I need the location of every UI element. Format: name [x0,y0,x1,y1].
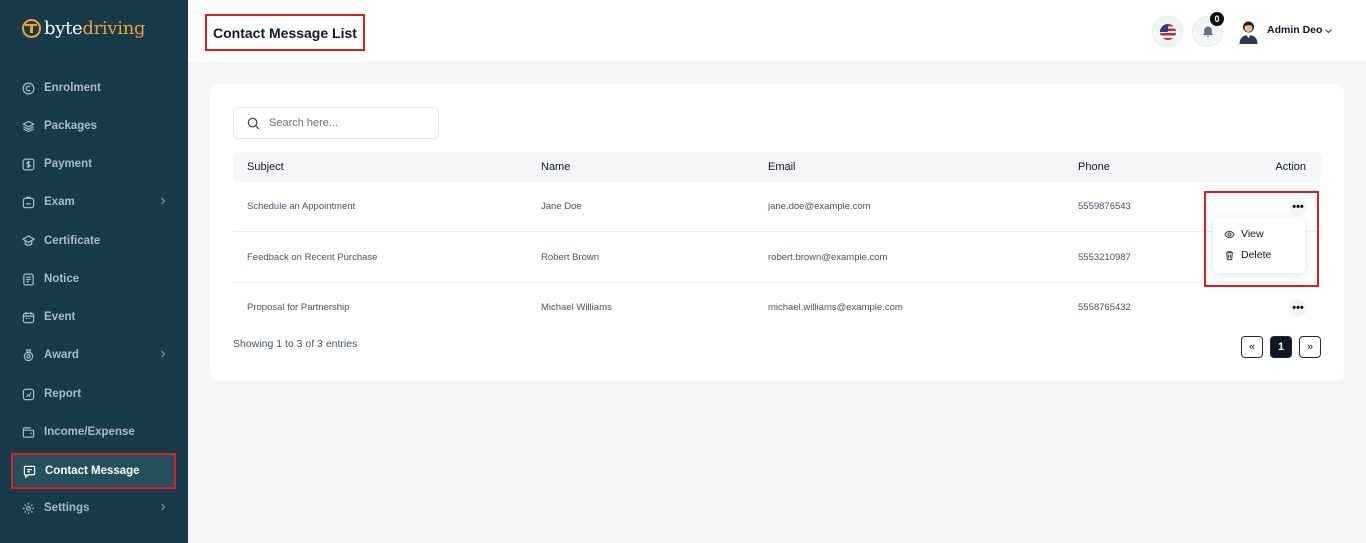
sidebar-item-label: Income/Expense [44,426,135,438]
certificate-icon [22,234,35,248]
search-input[interactable] [269,117,419,129]
pagination-prev[interactable]: « [1241,336,1263,358]
sidebar-item-label: Exam [44,196,75,208]
user-name[interactable]: Admin Deo [1267,24,1322,36]
trash-icon [1225,250,1234,260]
sidebar: bytedriving Enrolment Packages Payment E… [0,0,188,543]
delete-menu-item[interactable]: Delete [1224,247,1271,263]
wallet-icon [22,426,35,439]
sidebar-item-label: Notice [44,273,80,285]
cell-email: jane.doe@example.com [768,201,871,212]
sidebar-item-payment[interactable]: Payment [12,146,174,182]
cell-phone: 5558765432 [1078,302,1131,313]
sidebar-item-event[interactable]: Event [12,299,174,335]
sidebar-item-label: Settings [44,502,90,514]
sidebar-item-packages[interactable]: Packages [12,108,174,144]
report-icon [22,388,35,401]
delete-label: Delete [1241,249,1272,261]
column-header-email: Email [768,161,796,173]
cell-subject: Feedback on Recent Purchase [247,252,378,263]
view-menu-item[interactable]: View [1224,226,1264,242]
chevron-right-icon [161,350,166,358]
top-header: Contact Message List 0 Admin Deo [188,0,1366,62]
eye-icon [1224,230,1235,238]
chevron-right-icon [161,197,166,205]
contact-message-card: Subject Name Email Phone Action Schedule… [210,84,1344,381]
cell-phone: 5559876543 [1078,201,1131,212]
column-header-action: Action [1275,161,1306,173]
message-icon [23,465,36,478]
sidebar-item-label: Packages [44,120,98,132]
notification-button[interactable]: 0 [1192,12,1224,47]
search-box[interactable] [233,107,439,139]
brand-logo[interactable]: bytedriving [22,16,146,40]
more-actions-button[interactable]: ••• [1289,299,1307,317]
sidebar-item-certificate[interactable]: Certificate [12,223,174,259]
cell-email: michael.williams@example.com [768,302,903,313]
cell-email: robert.brown@example.com [768,252,888,263]
table-row: Proposal for Partnership Michael William… [233,283,1321,333]
pagination-next[interactable]: » [1299,336,1321,358]
sidebar-item-label: Certificate [44,235,101,247]
steering-wheel-icon [22,18,41,38]
table-row: Feedback on Recent Purchase Robert Brown… [233,233,1321,283]
cell-name: Robert Brown [541,252,600,263]
sidebar-item-notice[interactable]: Notice [12,261,174,297]
layers-icon [22,120,35,133]
award-icon [22,348,35,362]
sidebar-item-report[interactable]: Report [12,376,174,412]
chevron-right-icon [161,503,166,511]
view-label: View [1241,228,1264,240]
sidebar-item-award[interactable]: Award [12,337,174,373]
sidebar-item-label: Payment [44,158,92,170]
search-icon [247,117,260,129]
notification-badge: 0 [1210,12,1224,26]
us-flag-icon [1159,23,1176,40]
column-header-phone: Phone [1078,161,1110,173]
logo-text-driving: driving [82,17,146,39]
table-row: Schedule an Appointment Jane Doe jane.do… [233,182,1321,232]
entries-info: Showing 1 to 3 of 3 entries [233,338,358,350]
sidebar-item-exam[interactable]: Exam [12,184,174,220]
cell-subject: Proposal for Partnership [247,302,350,313]
sidebar-item-income-expense[interactable]: Income/Expense [12,414,174,450]
column-header-subject: Subject [247,161,284,173]
gear-icon [22,502,35,515]
notice-icon [22,273,35,286]
exam-icon [22,196,35,209]
sidebar-item-label: Contact Message [45,465,140,477]
calendar-icon [22,311,35,324]
sidebar-item-label: Event [44,311,76,323]
sidebar-item-contact-message[interactable]: Contact Message [11,453,176,489]
sidebar-item-label: Award [44,349,79,361]
cell-name: Jane Doe [541,201,582,212]
sidebar-item-label: Enrolment [44,82,101,94]
sidebar-item-label: Report [44,388,82,400]
page-title: Contact Message List [205,14,365,51]
cell-subject: Schedule an Appointment [247,201,356,212]
sidebar-item-enrolment[interactable]: Enrolment [12,70,174,106]
bell-icon [1202,26,1213,37]
column-header-name: Name [541,161,571,173]
dollar-icon [22,158,35,171]
cell-phone: 5553210987 [1078,252,1131,263]
enrolment-icon [22,82,35,95]
avatar[interactable] [1238,20,1259,44]
pagination-page-1[interactable]: 1 [1270,336,1292,358]
cell-name: Michael Williams [541,302,612,313]
table-header: Subject Name Email Phone Action [233,152,1321,182]
chevron-down-icon[interactable] [1324,27,1333,35]
action-dropdown-menu: View Delete [1213,218,1305,273]
logo-text-byte: byte [44,17,83,39]
language-button[interactable] [1152,16,1183,47]
sidebar-item-settings[interactable]: Settings [12,490,174,526]
